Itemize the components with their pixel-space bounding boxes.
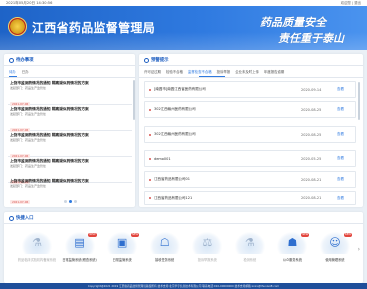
tab-supervision-failed[interactable]: 监督检查不合格 [188,69,212,74]
view-link[interactable]: 查看 [337,196,355,201]
view-link[interactable]: 查看 [337,156,355,161]
chevron-right-icon[interactable]: › [358,246,360,253]
alert-row[interactable]: 302江西赣州医药有限公司 2020-08-25 查看 [144,101,356,118]
new-badge: NEW [301,233,310,237]
quick-entry-complaints[interactable]: ⚖ 投诉举报系统 [188,228,226,278]
handshake-icon: ☗ [287,236,298,249]
view-link[interactable]: 查看 [337,107,355,112]
bullet-icon [149,178,151,181]
todo-panel: 待办事项 待办 已办 上饶市监测药情况的通知 隔离疑似药情况的方案 发起部门：药… [4,54,135,207]
alert-row[interactable]: [南昌市]南昌江西省医药有限公司 2020-09-14 查看 [144,81,356,98]
quick-entry-usage-management[interactable]: ☺ NEW 使用管理系统 [316,228,354,278]
quick-entry-testing[interactable]: ⚗ 检测系统 [231,228,269,278]
document-icon: ▤ [74,236,85,249]
todo-item[interactable]: 上饶市监测药情况的通知 隔离疑似药情况的方案 发起部门：药品生产监管处 2021… [8,177,132,205]
view-link[interactable]: 查看 [337,132,355,137]
quick-entry-title: 快捷入口 [9,215,34,221]
bullet-icon [149,157,151,160]
todo-item[interactable]: 上饶市监测药情况的通知 隔离疑似药情况的方案 发起部门：药品生产监管处 2021… [8,105,132,133]
new-badge: NEW [88,233,97,237]
tab-complaints[interactable]: 投诉举报 [217,69,231,74]
bullet-icon [149,197,151,199]
quick-entry-task-receive[interactable]: ☖ 接收任务系统 [146,228,184,278]
alert-row[interactable]: 江西省药品有限公司121 2020-08-21 查看 [144,191,356,205]
todo-item[interactable]: 上饶市监测药情况的通知 隔离疑似药情况的方案 发起部门：药品生产监管处 2021… [8,131,132,159]
quick-entry-daily-supervision[interactable]: ▣ NEW 日常监管系统 [103,228,141,278]
monitor-icon: ▣ [116,236,128,249]
microscope-icon: ⚗ [32,236,42,249]
todo-item[interactable]: 上饶市监测药情况的通知 隔离疑似药情况的方案 发起部门：药品生产监管处 2021… [8,79,132,107]
tab-inspection-failed[interactable]: 检验不合格 [166,69,183,74]
footer-copyright: Copyright@2021 2019 江西省药品监督管理局版权所有 技术支持:… [0,283,367,289]
person-icon: ☺ [329,236,341,249]
view-link[interactable]: 查看 [337,177,355,182]
pagination-dots [64,200,77,203]
new-badge: NEW [343,233,352,237]
quick-entry-public-service[interactable]: ☗ NEW 公众服务系统 [273,228,311,278]
tab-not-uploaded[interactable]: 企业未及时上传 [235,69,259,74]
tab-license-expired[interactable]: 许可证过期 [144,69,161,74]
quick-entry-list: ⚗ 药品临床试验机构备案系统 ▤ NEW 日常监管系统(稽查系统) ▣ NEW … [18,228,354,278]
slogan-line-1: 药品质量安全 [260,16,326,29]
todo-tabs: 待办 已办 [9,69,29,74]
tab-done[interactable]: 已办 [22,69,29,74]
alert-row[interactable]: demo001 2020-05-25 查看 [144,150,356,167]
site-header: 江西省药品监督管理局 药品质量安全 责任重于泰山 [0,6,367,50]
bullet-icon [149,88,151,91]
bullet-icon [149,133,151,136]
flask-icon: ⚗ [244,236,255,249]
gavel-icon: ⚖ [202,236,213,249]
tab-todo[interactable]: 待办 [9,69,16,74]
national-emblem-icon [8,17,27,36]
view-link[interactable]: 查看 [337,87,355,92]
alerts-panel: 预警提示 许可证过期 检验不合格 监督检查不合格 投诉举报 企业未及时上传 年度… [139,54,363,207]
todo-panel-title: 待办事项 [9,57,34,63]
alert-tabs: 许可证过期 检验不合格 监督检查不合格 投诉举报 企业未及时上传 年度报告逾期 [144,69,284,74]
alerts-scrollbar[interactable] [358,82,360,120]
clock-icon [9,57,14,63]
page-dot[interactable] [64,200,67,203]
quick-entry-panel: 快捷入口 ⚗ 药品临床试验机构备案系统 ▤ NEW 日常监管系统(稽查系统) ▣… [4,212,363,283]
alert-row[interactable]: 江西省药品有限公司01 2020-08-21 查看 [144,171,356,188]
todo-scrollbar[interactable] [133,80,135,120]
alerts-panel-title: 预警提示 [144,57,169,63]
inbox-icon: ☖ [159,236,170,249]
site-title: 江西省药品监督管理局 [32,21,156,35]
alert-row[interactable]: 302江西赣州医药有限公司 2020-08-25 查看 [144,126,356,143]
bullet-icon [149,108,151,111]
page-dot-active[interactable] [69,200,72,203]
tab-annual-report-overdue[interactable]: 年度报告逾期 [264,69,284,74]
quick-entry-clinical-trial[interactable]: ⚗ 药品临床试验机构备案系统 [18,228,56,278]
quick-entry-inspection[interactable]: ▤ NEW 日常监管系统(稽查系统) [61,228,99,278]
main-area: 待办事项 待办 已办 上饶市监测药情况的通知 隔离疑似药情况的方案 发起部门：药… [0,50,367,289]
page-dot[interactable] [74,200,77,203]
new-badge: NEW [130,233,140,237]
slogan-line-2: 责任重于泰山 [278,32,344,45]
date-badge: 2021-07-06 [10,200,31,205]
alert-icon [144,57,149,63]
grid-icon [9,215,14,221]
